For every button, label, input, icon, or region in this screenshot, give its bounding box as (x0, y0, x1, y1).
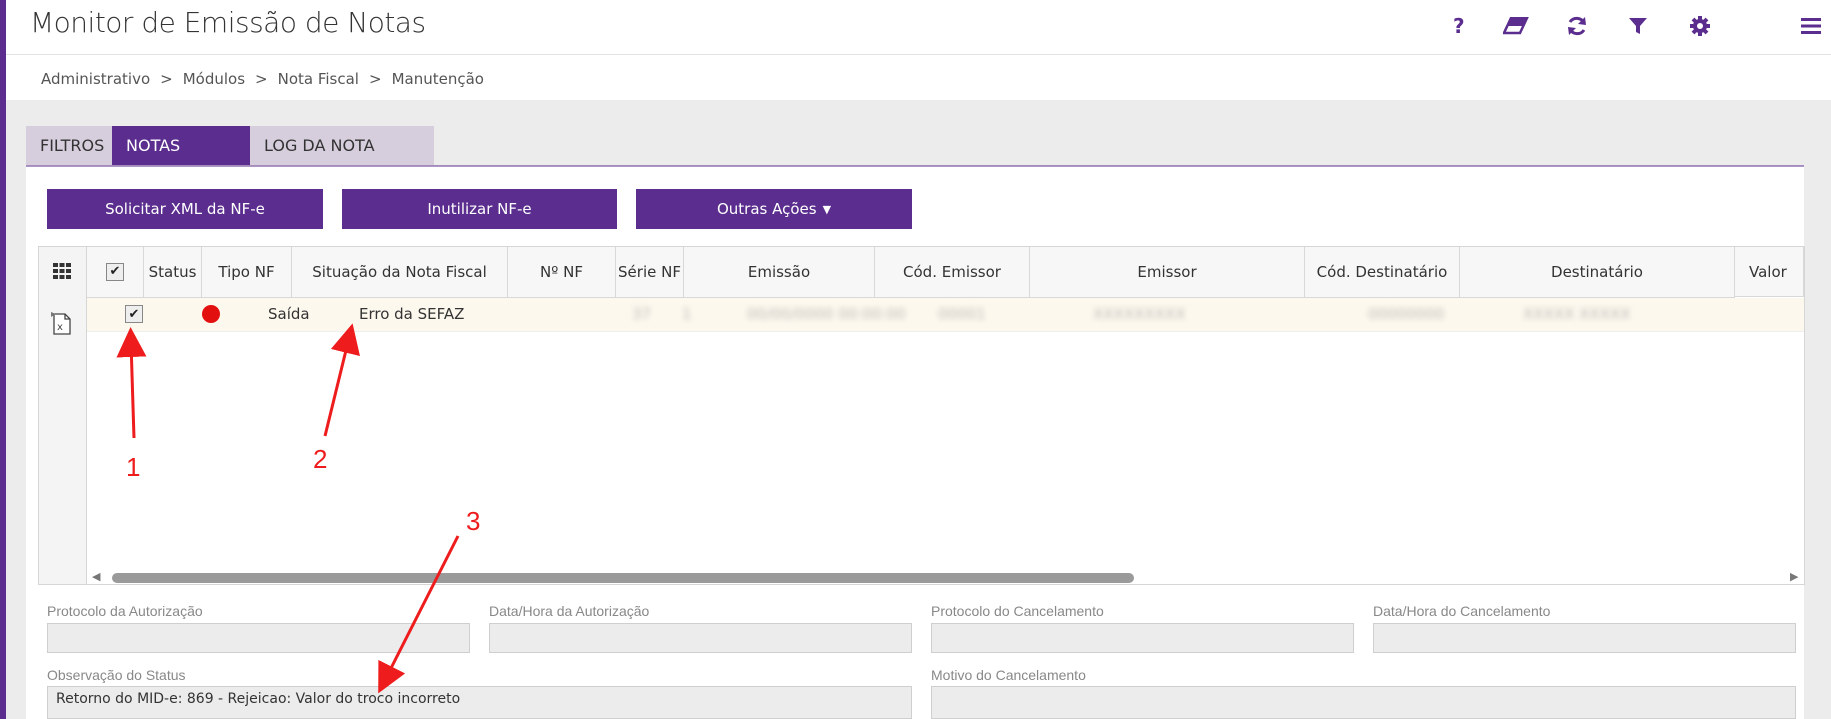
cell-numero-nf: 37 (632, 305, 652, 323)
breadcrumb-bar: Administrativo > Módulos > Nota Fiscal >… (6, 55, 1831, 100)
breadcrumb-item[interactable]: Módulos (183, 70, 245, 88)
outras-acoes-label: Outras Ações (716, 200, 817, 218)
column-header-status[interactable]: Status (144, 247, 202, 298)
annotation-number-2: 2 (313, 444, 328, 474)
breadcrumb-separator: > (160, 70, 173, 88)
column-chooser-icon[interactable] (53, 263, 71, 284)
breadcrumb: Administrativo > Módulos > Nota Fiscal >… (41, 70, 484, 88)
observacao-status-label: Observação do Status (47, 667, 186, 683)
column-header-situacao[interactable]: Situação da Nota Fiscal (292, 247, 508, 298)
table-row[interactable]: ▸ ✔ Saída Erro da SEFAZ 37 1 00/00/0000 … (51, 298, 1804, 332)
column-header-cod-emissor[interactable]: Cód. Emissor (875, 247, 1030, 298)
select-all-checkbox[interactable]: ✔ (106, 263, 124, 281)
cell-destinatario: XXXXX XXXXX (1523, 305, 1631, 323)
select-all-header: ✔ (87, 247, 144, 298)
inutilizar-nfe-label: Inutilizar NF-e (427, 200, 532, 218)
status-dot (202, 305, 220, 323)
cell-cod-emissor: 00001 (938, 305, 986, 323)
cell-emissao: 00/00/0000 00:00:00 (747, 305, 906, 323)
observacao-status-field[interactable]: Retorno do MID-e: 869 - Rejeicao: Valor … (47, 686, 912, 719)
tab-log-nota-fiscal[interactable]: LOG DA NOTA FISCAL (250, 126, 434, 194)
column-header-tipo-nf[interactable]: Tipo NF (202, 247, 292, 298)
tab-notas-fiscais[interactable]: NOTAS FISCAIS (112, 126, 258, 194)
refresh-icon[interactable] (1563, 12, 1591, 40)
data-autorizacao-field[interactable] (489, 623, 912, 653)
solicitar-xml-button[interactable]: Solicitar XML da NF-e (47, 189, 323, 229)
cell-serie-nf: 1 (682, 305, 692, 323)
breadcrumb-item[interactable]: Nota Fiscal (278, 70, 359, 88)
notas-grid: x ✔ Status Tipo NF Situação da Nota Fisc… (38, 246, 1805, 585)
cell-tipo-nf: Saída (268, 305, 310, 323)
gear-icon[interactable] (1686, 12, 1714, 40)
grid-side-toolbar: x (39, 247, 87, 584)
breadcrumb-separator: > (255, 70, 268, 88)
breadcrumb-separator: > (368, 70, 382, 88)
data-cancelamento-label: Data/Hora do Cancelamento (1373, 603, 1551, 619)
tab-underline (26, 165, 1804, 167)
scroll-right-icon[interactable]: ▶ (1790, 570, 1798, 583)
solicitar-xml-label: Solicitar XML da NF-e (105, 200, 265, 218)
column-header-destinatario[interactable]: Destinatário (1460, 247, 1735, 298)
top-header: Monitor de Emissão de Notas ? (6, 0, 1831, 55)
outras-acoes-button[interactable]: Outras Ações ▼ (636, 189, 912, 229)
column-header-valor[interactable]: Valor (1735, 247, 1804, 297)
svg-text:x: x (57, 322, 63, 333)
column-header-emissao[interactable]: Emissão (684, 247, 875, 298)
caret-down-icon: ▼ (822, 202, 832, 216)
eraser-icon[interactable] (1502, 12, 1530, 40)
annotation-number-3: 3 (466, 506, 481, 536)
cell-emissor: XXXXXXXXX (1093, 305, 1186, 323)
row-checkbox[interactable]: ✔ (125, 305, 143, 323)
motivo-cancelamento-field[interactable] (931, 686, 1796, 719)
column-header-cod-destinatario[interactable]: Cód. Destinatário (1305, 247, 1460, 298)
scroll-left-icon[interactable]: ◀ (92, 570, 100, 583)
data-autorizacao-label: Data/Hora da Autorização (489, 603, 650, 619)
scrollbar-thumb[interactable] (112, 573, 1134, 583)
protocolo-cancelamento-label: Protocolo do Cancelamento (931, 603, 1104, 619)
motivo-cancelamento-label: Motivo do Cancelamento (931, 667, 1086, 683)
page-title: Monitor de Emissão de Notas (30, 6, 426, 39)
cell-situacao: Erro da SEFAZ (359, 305, 465, 323)
data-cancelamento-field[interactable] (1373, 623, 1796, 653)
cell-cod-destinatario: 00000000 (1368, 305, 1445, 323)
help-icon[interactable]: ? (1445, 12, 1473, 40)
column-header-serie-nf[interactable]: Série NF (616, 247, 684, 298)
breadcrumb-item[interactable]: Administrativo (41, 70, 150, 88)
expand-row-icon[interactable]: ▸ (51, 309, 56, 320)
filter-icon[interactable] (1624, 12, 1652, 40)
breadcrumb-item: Manutenção (391, 70, 484, 88)
left-accent-stripe (0, 0, 6, 719)
horizontal-scrollbar[interactable]: ◀ ▶ (87, 569, 1804, 584)
inutilizar-nfe-button[interactable]: Inutilizar NF-e (342, 189, 617, 229)
protocolo-autorizacao-field[interactable] (47, 623, 470, 653)
annotation-number-1: 1 (126, 452, 141, 482)
protocolo-autorizacao-label: Protocolo da Autorização (47, 603, 203, 619)
column-header-emissor[interactable]: Emissor (1030, 247, 1305, 298)
column-header-numero-nf[interactable]: Nº NF (508, 247, 616, 298)
svg-text:?: ? (1453, 16, 1465, 36)
menu-icon[interactable] (1797, 12, 1825, 40)
protocolo-cancelamento-field[interactable] (931, 623, 1354, 653)
